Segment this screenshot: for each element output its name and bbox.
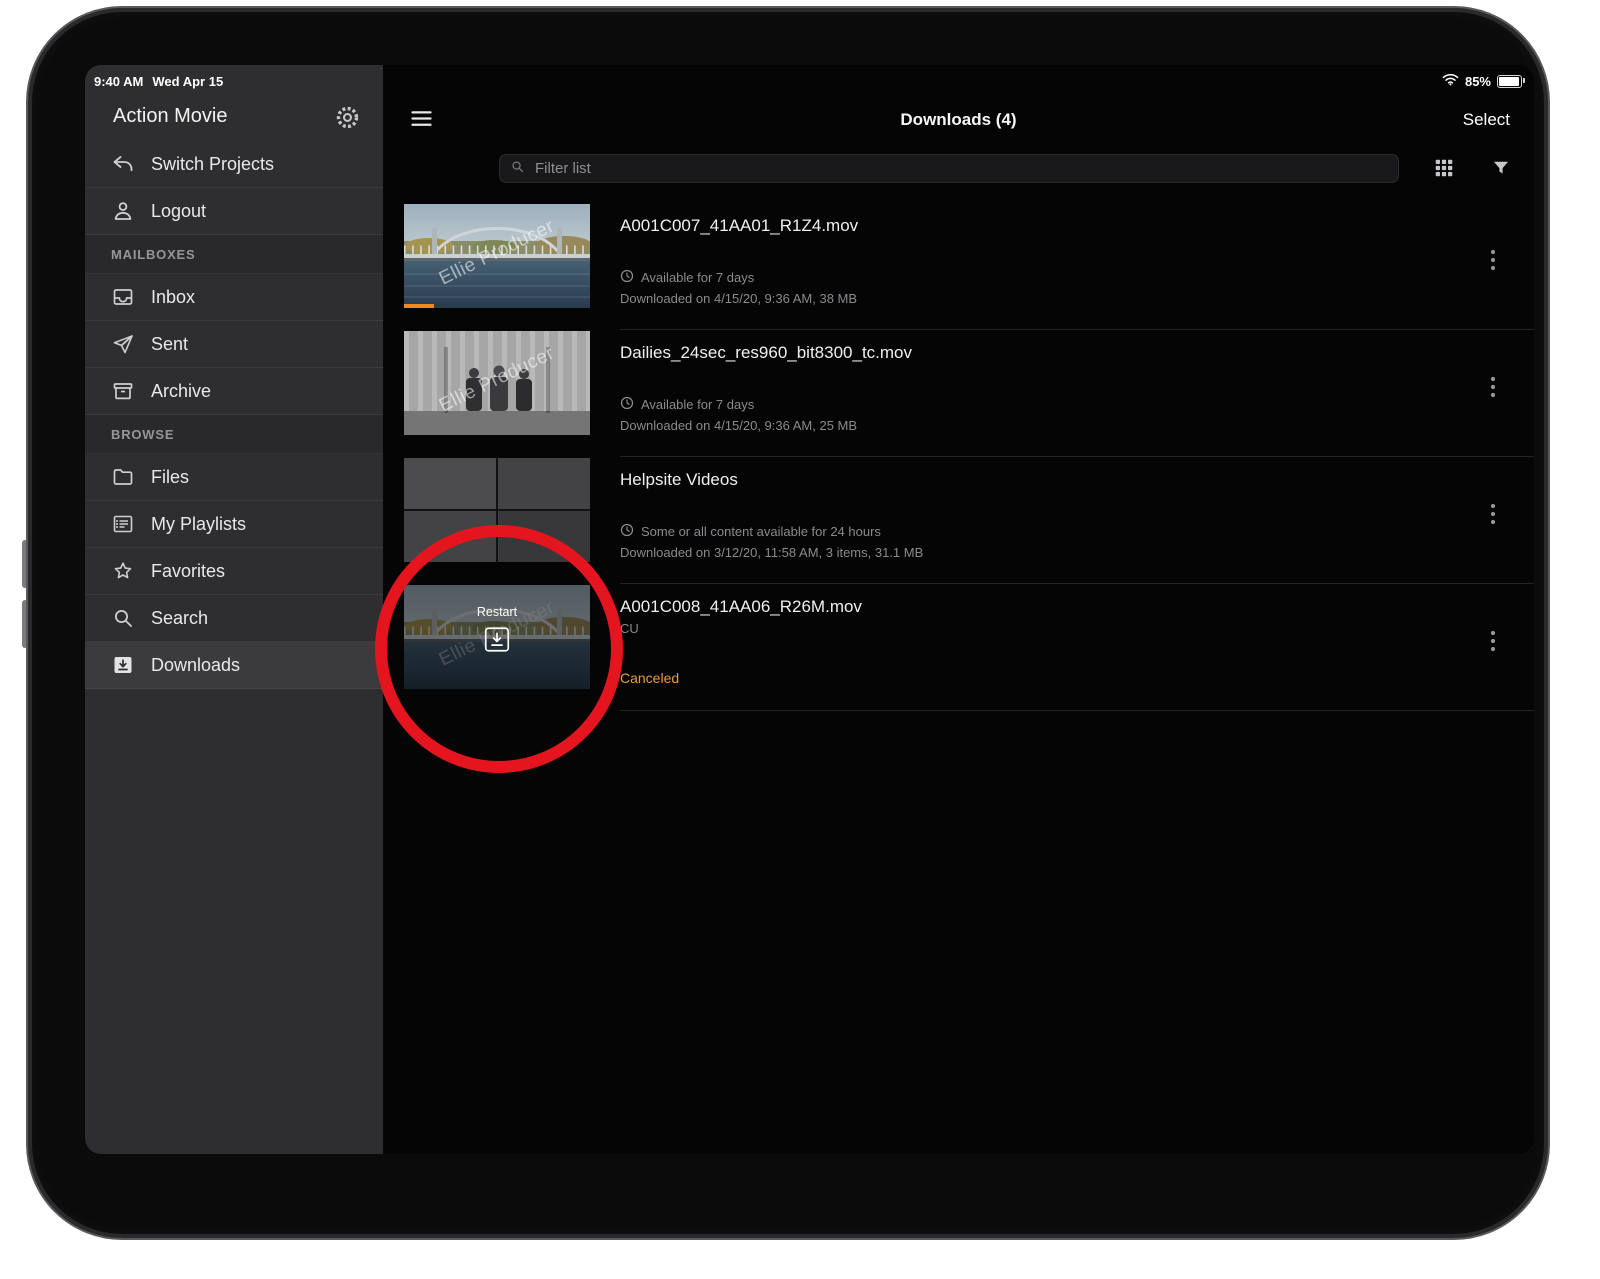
restart-label: Restart: [476, 605, 518, 619]
download-details: Downloaded on 4/15/20, 9:36 AM, 25 MB: [620, 418, 858, 433]
more-options-button[interactable]: [1486, 626, 1500, 661]
sidebar-list: Switch Projects Logout MAILBOXES Inbox S…: [85, 141, 383, 689]
inbox-icon: [111, 285, 135, 309]
settings-gear-icon[interactable]: [334, 104, 361, 136]
sidebar-item-label: My Playlists: [151, 513, 247, 534]
sidebar-item-switch-projects[interactable]: Switch Projects: [85, 141, 383, 188]
sidebar-item-inbox[interactable]: Inbox: [85, 274, 383, 321]
person-icon: [111, 199, 135, 223]
row-separator: [620, 710, 1534, 711]
sidebar-item-label: Sent: [151, 333, 189, 354]
availability-line: Available for 7 days: [620, 396, 754, 413]
sidebar-item-label: Downloads: [151, 654, 241, 675]
grid-tile: [498, 511, 590, 562]
sidebar-item-label: Files: [151, 466, 190, 487]
sidebar-item-label: Inbox: [151, 286, 196, 307]
clock-icon: [620, 396, 634, 413]
sidebar-item-label: Logout: [151, 200, 207, 221]
project-title: Action Movie: [113, 105, 228, 127]
sidebar-item-label: Search: [151, 607, 209, 628]
wifi-icon: [1442, 73, 1459, 89]
filter-search-icon: [510, 159, 525, 179]
archive-icon: [111, 379, 135, 403]
video-thumbnail[interactable]: Ellie Producer Restart: [404, 585, 590, 689]
availability-line: Some or all content available for 24 hou…: [620, 523, 881, 540]
paper-plane-icon: [111, 332, 135, 356]
star-icon: [111, 559, 135, 583]
sidebar-item-search[interactable]: Search: [85, 595, 383, 642]
availability-text: Available for 7 days: [641, 270, 755, 285]
download-details: Downloaded on 4/15/20, 9:36 AM, 38 MB: [620, 291, 858, 306]
switch-projects-icon: [111, 152, 135, 176]
sidebar-section-mailboxes: MAILBOXES: [85, 235, 383, 274]
filter-input[interactable]: [533, 159, 1357, 178]
search-icon: [111, 606, 135, 630]
grid-tile: [498, 458, 590, 509]
sidebar-item-label: Favorites: [151, 560, 226, 581]
download-title: A001C008_41AA06_R26M.mov: [620, 597, 862, 616]
sidebar-item-label: Switch Projects: [151, 153, 275, 174]
video-thumbnail[interactable]: Ellie Producer: [404, 204, 590, 308]
availability-line: Available for 7 days: [620, 269, 754, 286]
app-screen: 9:40 AM Wed Apr 15 85% Action Movie Swit…: [85, 65, 1534, 1154]
main-content: Downloads (4) Select Filter list Ellie P…: [383, 65, 1534, 1154]
sidebar-item-logout[interactable]: Logout: [85, 188, 383, 235]
ipad-device-frame: 9:40 AM Wed Apr 15 85% Action Movie Swit…: [26, 6, 1550, 1240]
download-status: Canceled: [620, 670, 680, 686]
clock-icon: [620, 269, 634, 286]
filter-bar[interactable]: [499, 154, 1399, 183]
status-date: Wed Apr 15: [152, 74, 224, 89]
sidebar-item-sent[interactable]: Sent: [85, 321, 383, 368]
folder-icon: [111, 465, 135, 489]
folder-thumbnail-grid[interactable]: [404, 458, 590, 562]
sidebar-item-downloads[interactable]: Downloads: [85, 642, 383, 689]
status-bar-left: 9:40 AM Wed Apr 15: [94, 74, 223, 89]
sidebar-item-favorites[interactable]: Favorites: [85, 548, 383, 595]
download-title: Dailies_24sec_res960_bit8300_tc.mov: [620, 343, 913, 362]
sidebar-item-archive[interactable]: Archive: [85, 368, 383, 415]
clock-icon: [620, 523, 634, 540]
battery-icon: [1497, 74, 1525, 88]
screenshot-stage: 9:40 AM Wed Apr 15 85% Action Movie Swit…: [0, 0, 1600, 1279]
more-options-button[interactable]: [1486, 245, 1500, 280]
download-row[interactable]: Ellie Producer A001C007_41AA01_R1Z4.mov …: [383, 203, 1534, 330]
status-bar-right: 85%: [1442, 73, 1525, 89]
availability-text: Available for 7 days: [641, 397, 755, 412]
restart-download-icon[interactable]: [484, 626, 511, 658]
video-thumbnail[interactable]: Ellie Producer: [404, 331, 590, 435]
select-button[interactable]: Select: [1463, 110, 1510, 130]
download-subtitle: CU: [620, 621, 639, 636]
battery-percent: 85%: [1464, 73, 1491, 89]
download-row[interactable]: Helpsite Videos Some or all content avai…: [383, 457, 1534, 584]
sidebar-section-browse: BROWSE: [85, 415, 383, 454]
download-row[interactable]: Ellie Producer Restart A001C008_41AA06_R…: [383, 584, 1534, 711]
download-icon: [111, 653, 135, 677]
sidebar-item-files[interactable]: Files: [85, 454, 383, 501]
grid-tile: [404, 511, 496, 562]
sidebar-item-label: Archive: [151, 380, 212, 401]
grid-view-icon[interactable]: [1433, 157, 1455, 184]
download-progress: [404, 304, 434, 308]
sidebar-item-my-playlists[interactable]: My Playlists: [85, 501, 383, 548]
playlist-icon: [111, 512, 135, 536]
sidebar: Action Movie Switch Projects Logout MAIL…: [85, 65, 383, 1154]
download-row[interactable]: Ellie Producer Dailies_24sec_res960_bit8…: [383, 330, 1534, 457]
project-title-row: Action Movie: [85, 96, 383, 141]
status-time: 9:40 AM: [94, 74, 144, 89]
filter-funnel-icon[interactable]: [1491, 158, 1511, 183]
more-options-button[interactable]: [1486, 499, 1500, 534]
download-title: A001C007_41AA01_R1Z4.mov: [620, 216, 859, 235]
grid-tile: [404, 458, 496, 509]
download-title: Helpsite Videos: [620, 470, 738, 489]
download-details: Downloaded on 3/12/20, 11:58 AM, 3 items…: [620, 545, 924, 560]
more-options-button[interactable]: [1486, 372, 1500, 407]
page-title: Downloads (4): [900, 110, 1017, 129]
availability-text: Some or all content available for 24 hou…: [641, 524, 881, 539]
